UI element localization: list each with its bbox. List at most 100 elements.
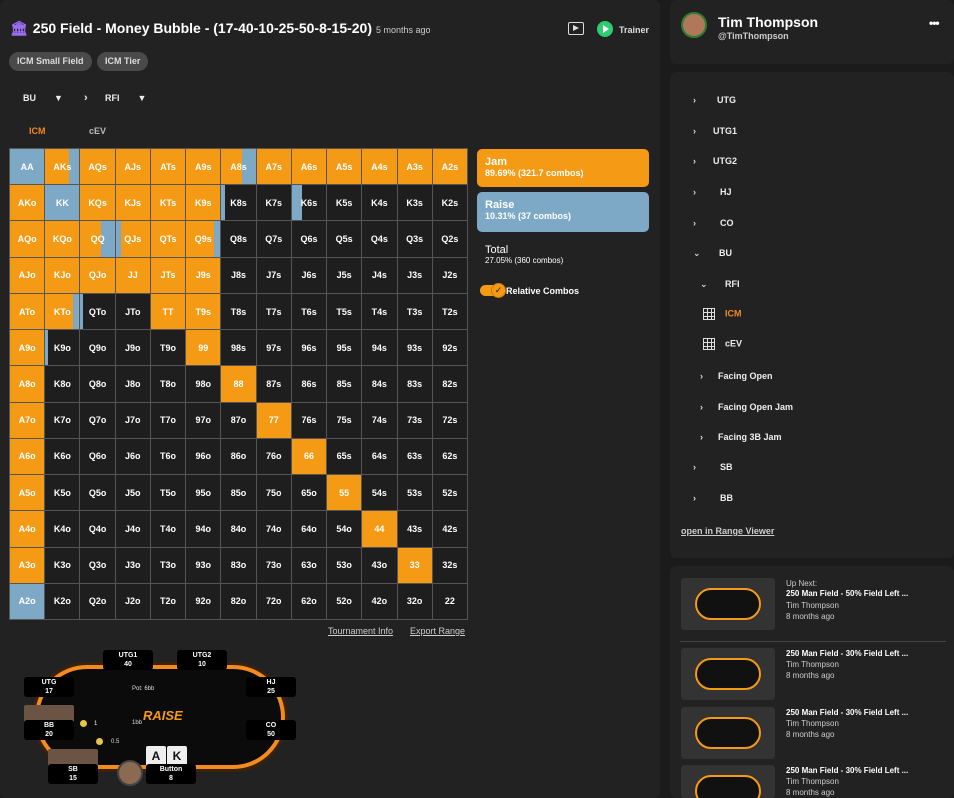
range-cell[interactable]: K4o xyxy=(45,511,80,547)
range-cell[interactable]: J2o xyxy=(115,583,150,619)
range-cell[interactable]: Q3s xyxy=(397,221,432,257)
range-cell[interactable]: J2s xyxy=(432,257,467,293)
tree-item-icm[interactable]: ICM xyxy=(703,308,742,320)
range-cell[interactable]: K9o xyxy=(45,330,80,366)
range-cell[interactable]: QJo xyxy=(80,257,115,293)
range-cell[interactable]: A9o xyxy=(10,330,45,366)
range-cell[interactable]: J8o xyxy=(115,366,150,402)
range-cell[interactable]: A8s xyxy=(221,149,256,185)
range-cell[interactable]: J4s xyxy=(362,257,397,293)
range-cell[interactable]: KTo xyxy=(45,293,80,330)
range-cell[interactable]: 87s xyxy=(256,366,291,402)
video-icon[interactable] xyxy=(568,22,584,35)
tree-item-bu[interactable]: ⌄ BU xyxy=(693,248,732,259)
range-cell[interactable]: 94o xyxy=(186,511,221,547)
range-cell[interactable]: Q5o xyxy=(80,475,115,511)
range-cell[interactable]: JTs xyxy=(150,257,186,293)
range-cell[interactable]: T9o xyxy=(150,330,186,366)
export-range-link[interactable]: Export Range xyxy=(410,626,465,636)
range-cell[interactable]: T2s xyxy=(432,293,467,330)
range-cell[interactable]: 95s xyxy=(327,330,362,366)
range-cell[interactable]: Q6o xyxy=(80,438,115,475)
range-cell[interactable]: 95o xyxy=(186,475,221,511)
range-cell[interactable]: Q5s xyxy=(327,221,362,257)
range-cell[interactable]: 63s xyxy=(397,438,432,475)
range-cell[interactable]: 52s xyxy=(432,475,467,511)
range-cell[interactable]: A6s xyxy=(291,149,327,185)
range-cell[interactable]: 62s xyxy=(432,438,467,475)
range-cell[interactable]: 72s xyxy=(432,402,467,438)
range-cell[interactable]: 64s xyxy=(362,438,397,475)
range-cell[interactable]: K5s xyxy=(327,185,362,221)
action-select[interactable]: RFI ▼ xyxy=(105,93,146,103)
range-cell[interactable]: T8s xyxy=(221,293,256,330)
range-cell[interactable]: JTo xyxy=(115,293,150,330)
range-cell[interactable]: A9s xyxy=(186,149,221,185)
range-cell[interactable]: A2s xyxy=(432,149,467,185)
range-cell[interactable]: 88 xyxy=(221,366,256,402)
range-cell[interactable]: 66 xyxy=(291,438,327,475)
range-cell[interactable]: Q4s xyxy=(362,221,397,257)
range-cell[interactable]: J8s xyxy=(221,257,256,293)
range-cell[interactable]: K3s xyxy=(397,185,432,221)
range-cell[interactable]: 44 xyxy=(362,511,397,547)
range-cell[interactable]: 82s xyxy=(432,366,467,402)
up-next-title[interactable]: 250 Man Field - 30% Field Left ... xyxy=(786,649,908,658)
range-cell[interactable]: 96o xyxy=(186,438,221,475)
range-cell[interactable]: 84s xyxy=(362,366,397,402)
range-cell[interactable]: K3o xyxy=(45,547,80,583)
range-cell[interactable]: 87o xyxy=(221,402,256,438)
up-next-title[interactable]: 250 Man Field - 30% Field Left ... xyxy=(786,766,908,775)
range-cell[interactable]: Q7s xyxy=(256,221,291,257)
tournament-info-link[interactable]: Tournament Info xyxy=(328,626,393,636)
range-cell[interactable]: 73s xyxy=(397,402,432,438)
range-cell[interactable]: K6o xyxy=(45,438,80,475)
range-cell[interactable]: 98o xyxy=(186,366,221,402)
range-cell[interactable]: T4s xyxy=(362,293,397,330)
range-cell[interactable]: 62o xyxy=(291,583,327,619)
range-cell[interactable]: ATs xyxy=(150,149,186,185)
range-cell[interactable]: A5s xyxy=(327,149,362,185)
range-cell[interactable]: K9s xyxy=(186,185,221,221)
range-cell[interactable]: 97o xyxy=(186,402,221,438)
range-cell[interactable]: J5o xyxy=(115,475,150,511)
tree-item-facing-open[interactable]: › Facing Open xyxy=(700,371,773,381)
range-cell[interactable]: 65o xyxy=(291,475,327,511)
tab-cev[interactable]: cEV xyxy=(89,126,106,136)
range-cell[interactable]: K4s xyxy=(362,185,397,221)
range-cell[interactable]: AA xyxy=(10,149,45,185)
range-cell[interactable]: 76s xyxy=(291,402,327,438)
relative-combos-toggle[interactable]: ✓ xyxy=(480,283,506,298)
range-cell[interactable]: 83s xyxy=(397,366,432,402)
range-cell[interactable]: 99 xyxy=(186,330,221,366)
range-cell[interactable]: 85o xyxy=(221,475,256,511)
range-cell[interactable]: 98s xyxy=(221,330,256,366)
up-next-title[interactable]: 250 Man Field - 30% Field Left ... xyxy=(786,708,908,717)
range-cell[interactable]: 86o xyxy=(221,438,256,475)
range-cell[interactable]: J3s xyxy=(397,257,432,293)
tree-item-utg2[interactable]: › UTG2 xyxy=(693,156,737,166)
range-cell[interactable]: Q4o xyxy=(80,511,115,547)
range-cell[interactable]: 55 xyxy=(327,475,362,511)
range-cell[interactable]: 54o xyxy=(327,511,362,547)
range-cell[interactable]: 86s xyxy=(291,366,327,402)
range-cell[interactable]: K2s xyxy=(432,185,467,221)
range-cell[interactable]: A4o xyxy=(10,511,45,547)
range-cell[interactable]: KQs xyxy=(80,185,115,221)
range-cell[interactable]: T3s xyxy=(397,293,432,330)
range-cell[interactable]: 33 xyxy=(397,547,432,583)
range-cell[interactable]: 75o xyxy=(256,475,291,511)
range-cell[interactable]: A3s xyxy=(397,149,432,185)
range-cell[interactable]: AQs xyxy=(80,149,115,185)
tree-item-cev[interactable]: cEV xyxy=(703,338,742,350)
trainer-play-icon[interactable] xyxy=(597,21,613,37)
range-cell[interactable]: K5o xyxy=(45,475,80,511)
tree-item-facing-open-jam[interactable]: › Facing Open Jam xyxy=(700,402,793,412)
range-cell[interactable]: J5s xyxy=(327,257,362,293)
range-cell[interactable]: 85s xyxy=(327,366,362,402)
range-cell[interactable]: K8s xyxy=(221,185,256,221)
range-cell[interactable]: 82o xyxy=(221,583,256,619)
range-cell[interactable]: KJo xyxy=(45,257,80,293)
range-cell[interactable]: TT xyxy=(150,293,186,330)
range-cell[interactable]: 93o xyxy=(186,547,221,583)
